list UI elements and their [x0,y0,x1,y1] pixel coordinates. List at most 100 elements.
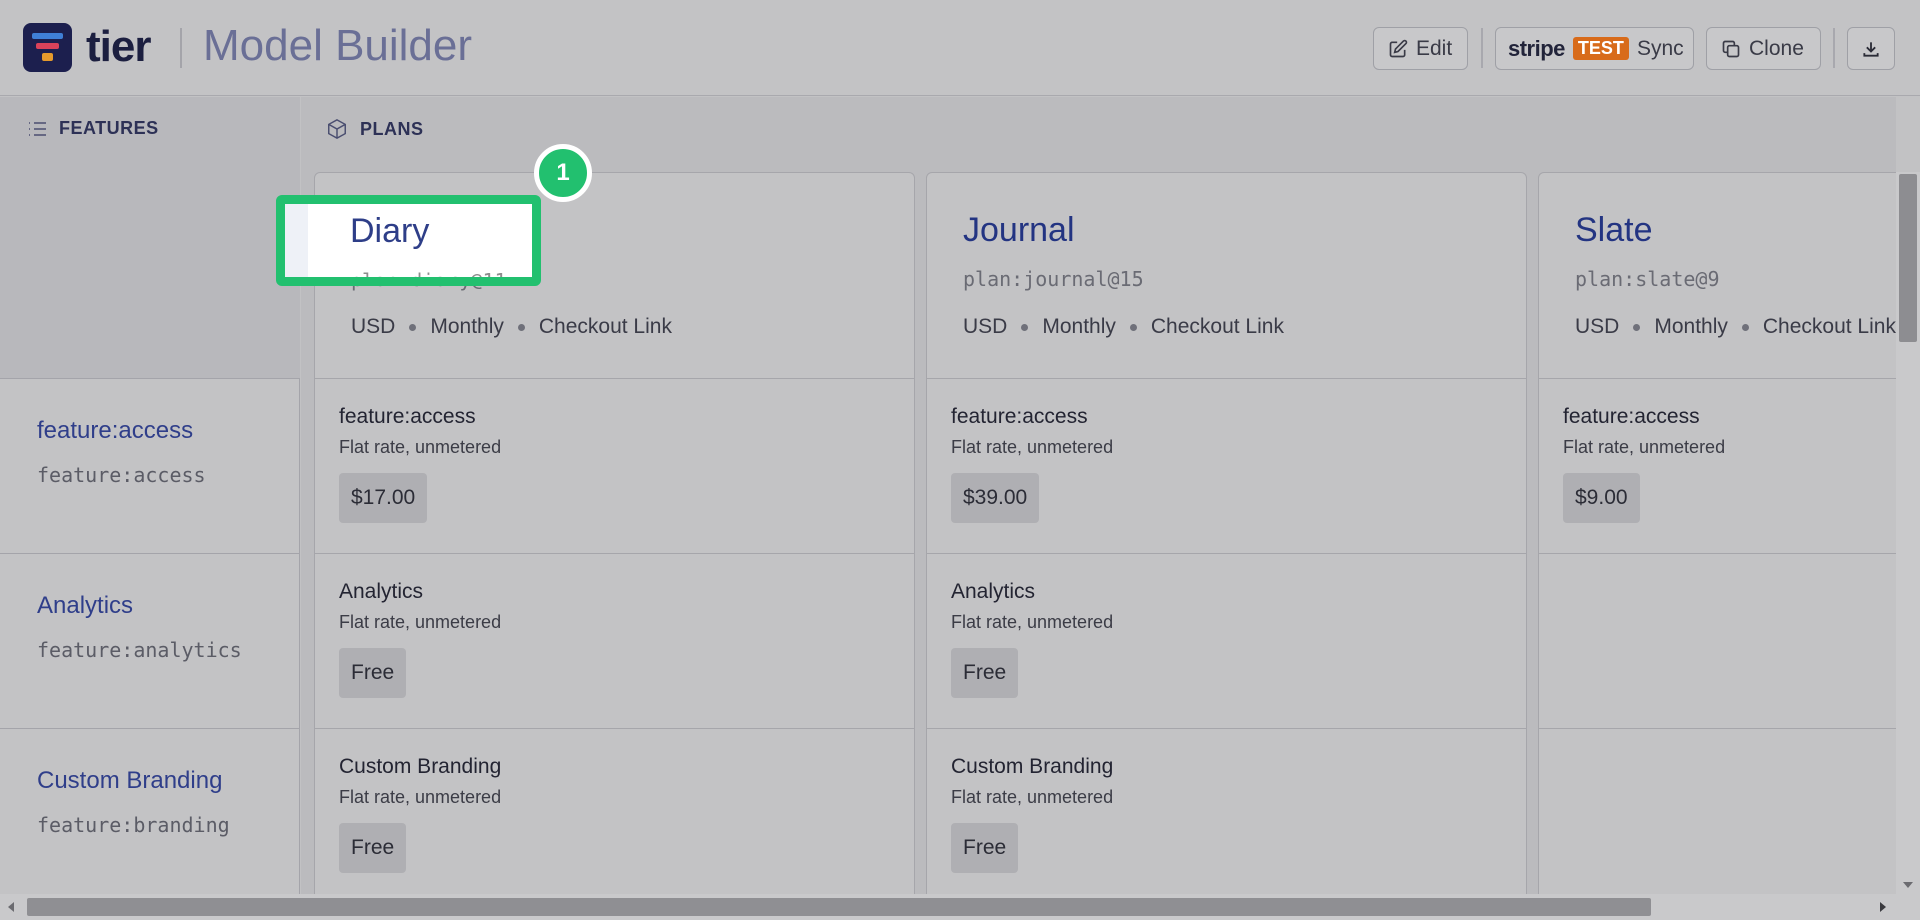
cell-pricing-mode: Flat rate, unmetered [951,787,1114,807]
plans-heading: PLANS [326,118,424,140]
price-chip: $17.00 [339,473,428,523]
features-header-block: FEATURES [0,97,300,379]
separator-dot [517,323,525,331]
list-icon [29,121,46,136]
cell-pricing-mode: Flat rate, unmetered [951,437,1114,457]
vertical-scrollbar[interactable] [1896,172,1920,894]
plan-interval: Monthly [1654,315,1728,338]
cell-feature-title: Analytics [951,580,1036,603]
feature-key: feature:analytics [37,638,242,662]
horizontal-scroll-thumb[interactable] [27,898,1651,916]
features-column: FEATURES feature:access feature:access A… [0,97,300,904]
edit-label: Edit [1416,36,1453,60]
feature-title[interactable]: Analytics [37,592,133,620]
scroll-right-arrow-icon[interactable] [1880,902,1886,912]
cube-icon [328,118,346,140]
download-icon [1863,41,1879,57]
toolbar-divider [1833,28,1835,68]
separator-dot [1021,323,1029,331]
plan-feature-cell-empty[interactable] [1539,554,1896,729]
plan-currency: USD [1575,315,1620,338]
edit-icon [1389,39,1408,57]
feature-row[interactable]: feature:access feature:access [0,379,300,554]
plan-feature-cell[interactable]: Custom Branding Flat rate, unmetered Fre… [315,729,914,894]
vertical-scroll-thumb[interactable] [1899,174,1917,342]
checkout-link[interactable]: Checkout Link [1151,315,1284,339]
page-title: Model Builder [203,21,473,70]
cell-feature-title: feature:access [339,405,476,428]
plan-card-journal: Journal plan:journal@15 USD Monthly Chec… [926,172,1527,894]
price-chip: Free [951,823,1019,873]
stripe-logo: stripe [1508,35,1565,61]
plan-header[interactable]: Slate plan:slate@9 USD Monthly Checkout … [1539,173,1896,379]
checkout-link[interactable]: Checkout Link [539,315,672,339]
plan-feature-cell[interactable]: Analytics Flat rate, unmetered Free [315,554,914,729]
separator-dot [409,323,417,331]
plan-meta: USD Monthly Checkout Link [963,315,1284,339]
app-header: tier Model Builder Edit stripe TEST Sync… [0,0,1920,96]
clone-label: Clone [1749,36,1804,60]
cell-pricing-mode: Flat rate, unmetered [339,437,502,457]
price-chip: Free [339,823,407,873]
feature-title[interactable]: Custom Branding [37,767,222,795]
cell-feature-title: Custom Branding [339,755,502,778]
cell-pricing-mode: Flat rate, unmetered [1563,437,1726,457]
cell-pricing-mode: Flat rate, unmetered [339,612,502,632]
clone-button[interactable]: Clone [1706,27,1821,70]
step-number-badge: 1 [534,144,592,202]
plan-feature-cell[interactable]: feature:access Flat rate, unmetered $39.… [927,379,1526,554]
checkout-link[interactable]: Checkout Link [1763,315,1896,339]
plan-name[interactable]: Journal [963,211,1075,250]
separator-dot [1129,323,1137,331]
download-button[interactable] [1847,27,1895,70]
plan-meta: USD Monthly Checkout Link [1575,315,1896,339]
copy-icon [1722,40,1740,57]
cell-feature-title: feature:access [951,405,1088,428]
plan-feature-cell-empty[interactable] [1539,729,1896,894]
plans-heading-label: PLANS [360,118,424,139]
plan-feature-cell[interactable]: feature:access Flat rate, unmetered $17.… [315,379,914,554]
tier-logo-icon [23,23,72,72]
separator-dot [1633,323,1641,331]
price-chip: Free [951,648,1019,698]
feature-row[interactable]: Analytics feature:analytics [0,554,300,729]
separator-dot [1741,323,1749,331]
price-chip: $39.00 [951,473,1040,523]
plan-interval: Monthly [1042,315,1116,338]
scroll-left-arrow-icon[interactable] [8,902,14,912]
plan-currency: USD [963,315,1008,338]
test-mode-badge: TEST [1572,37,1629,60]
features-heading: FEATURES [27,118,159,139]
cell-feature-title: Custom Branding [951,755,1114,778]
plan-id: plan:slate@9 [1575,267,1720,291]
cell-feature-title: feature:access [1563,405,1700,428]
cell-feature-title: Analytics [339,580,424,603]
features-heading-label: FEATURES [59,118,159,138]
cell-pricing-mode: Flat rate, unmetered [951,612,1114,632]
feature-row[interactable]: Custom Branding feature:branding [0,729,300,904]
feature-key: feature:access [37,463,206,487]
cell-pricing-mode: Flat rate, unmetered [339,787,502,807]
plan-feature-cell[interactable]: feature:access Flat rate, unmetered $9.0… [1539,379,1896,554]
plan-meta: USD Monthly Checkout Link [351,315,672,339]
sync-label: Sync [1636,36,1684,60]
plan-feature-cell[interactable]: Analytics Flat rate, unmetered Free [927,554,1526,729]
plan-feature-cell[interactable]: Custom Branding Flat rate, unmetered Fre… [927,729,1526,894]
plan-interval: Monthly [430,315,504,338]
toolbar-divider [1481,28,1483,68]
scroll-down-arrow-icon[interactable] [1903,882,1913,888]
plan-currency: USD [351,315,396,338]
horizontal-scrollbar[interactable] [0,894,1920,920]
brand-name: tier [86,22,151,71]
price-chip: Free [339,648,407,698]
feature-title[interactable]: feature:access [37,417,193,445]
header-divider [180,28,182,68]
plan-header[interactable]: Journal plan:journal@15 USD Monthly Chec… [927,173,1526,379]
edit-button[interactable]: Edit [1373,27,1468,70]
plan-id: plan:journal@15 [963,267,1144,291]
price-chip: $9.00 [1563,473,1640,523]
feature-key: feature:branding [37,813,230,837]
stripe-sync-button[interactable]: stripe TEST Sync [1495,27,1694,70]
plan-card-slate: Slate plan:slate@9 USD Monthly Checkout … [1538,172,1896,894]
plan-name[interactable]: Slate [1575,211,1653,250]
